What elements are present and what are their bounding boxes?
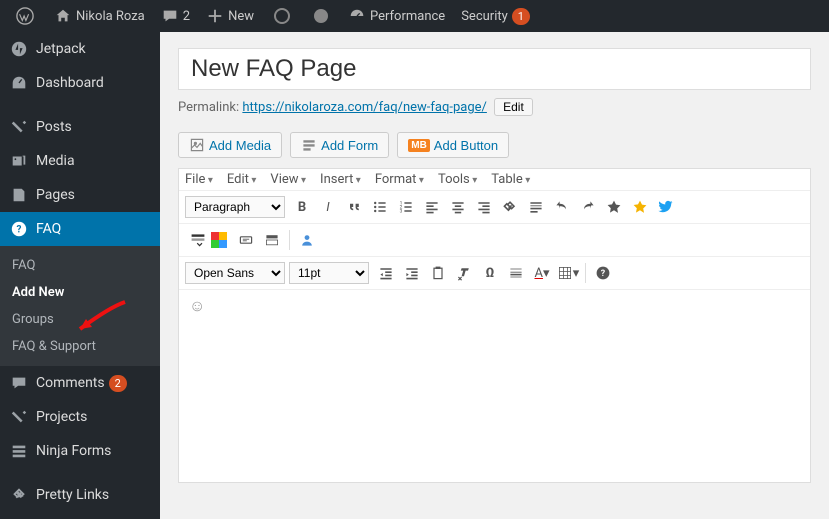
font-family-select[interactable]: Open Sans	[185, 262, 285, 284]
redo-button[interactable]	[575, 194, 601, 220]
sidebar-item-comments[interactable]: Comments2	[0, 366, 160, 400]
bold-button[interactable]: B	[289, 194, 315, 220]
menu-format[interactable]: Format	[375, 172, 424, 187]
sidebar-item-pages[interactable]: Pages	[0, 178, 160, 212]
emoji-button[interactable]: ☺	[189, 296, 205, 315]
security-badge: 1	[512, 8, 530, 25]
topbar-performance[interactable]: Performance	[340, 0, 453, 32]
toggle-toolbar-button[interactable]	[185, 227, 211, 253]
topbar-security[interactable]: Security1	[453, 0, 538, 32]
clear-format-button[interactable]	[451, 260, 477, 286]
color-grid-icon[interactable]	[211, 232, 227, 248]
admin-sidebar: Jetpack Dashboard Posts Media Pages ?FAQ…	[0, 32, 160, 519]
svg-text:3: 3	[400, 209, 403, 215]
toolbar-row-4: ☺	[179, 290, 810, 322]
submenu-faq-add-new[interactable]: Add New	[0, 279, 160, 306]
italic-button[interactable]: I	[315, 194, 341, 220]
svg-text:?: ?	[601, 269, 606, 279]
menu-edit[interactable]: Edit	[227, 172, 257, 187]
toolbar-row-1: Paragraph B I 123	[179, 191, 810, 224]
outdent-button[interactable]	[373, 260, 399, 286]
editor-menubar: File Edit View Insert Format Tools Table	[179, 169, 810, 191]
submenu-faq-support[interactable]: FAQ & Support	[0, 333, 160, 360]
admin-topbar: Nikola Roza 2 New Performance Security1	[0, 0, 829, 32]
svg-text:?: ?	[17, 225, 22, 236]
align-right-button[interactable]	[471, 194, 497, 220]
sidebar-item-pretty-links[interactable]: Pretty Links	[0, 478, 160, 512]
faq-submenu: FAQ Add New Groups FAQ & Support	[0, 246, 160, 366]
sidebar-item-posts[interactable]: Posts	[0, 110, 160, 144]
tinymce-editor: File Edit View Insert Format Tools Table…	[178, 168, 811, 483]
bullet-list-button[interactable]	[367, 194, 393, 220]
sidebar-item-media[interactable]: Media	[0, 144, 160, 178]
menu-tools[interactable]: Tools	[438, 172, 477, 187]
help-button[interactable]: ?	[590, 260, 616, 286]
menu-file[interactable]: File	[185, 172, 213, 187]
permalink-url[interactable]: https://nikolaroza.com/faq/new-faq-page/	[242, 100, 487, 115]
comments-badge: 2	[109, 375, 127, 392]
toolbar-row-2	[179, 224, 810, 257]
toolbar-row-3: Open Sans 11pt Ω A ▾ ▾ ?	[179, 257, 810, 290]
align-center-button[interactable]	[445, 194, 471, 220]
sidebar-item-ninja-forms[interactable]: Ninja Forms	[0, 434, 160, 468]
special-char-button[interactable]: Ω	[477, 260, 503, 286]
sidebar-item-dashboard[interactable]: Dashboard	[0, 66, 160, 100]
submenu-faq-groups[interactable]: Groups	[0, 306, 160, 333]
indent-button[interactable]	[399, 260, 425, 286]
sidebar-item-faq[interactable]: ?FAQ	[0, 212, 160, 246]
template-button[interactable]	[259, 227, 285, 253]
submenu-faq-list[interactable]: FAQ	[0, 252, 160, 279]
topbar-new[interactable]: New	[198, 0, 262, 32]
paste-button[interactable]	[425, 260, 451, 286]
permalink-row: Permalink: https://nikolaroza.com/faq/ne…	[178, 98, 811, 116]
add-form-button[interactable]: Add Form	[290, 132, 389, 158]
add-media-button[interactable]: Add Media	[178, 132, 282, 158]
yoast-icon[interactable]	[262, 0, 302, 32]
twitter-icon[interactable]	[653, 194, 679, 220]
permalink-label: Permalink:	[178, 100, 239, 115]
table-button[interactable]: ▾	[555, 260, 581, 286]
more-button[interactable]	[523, 194, 549, 220]
menu-view[interactable]: View	[270, 172, 306, 187]
site-home[interactable]: Nikola Roza	[46, 0, 153, 32]
link-button[interactable]	[497, 194, 523, 220]
topbar-comments[interactable]: 2	[153, 0, 198, 32]
post-title-input[interactable]	[178, 48, 811, 90]
hr-button[interactable]	[503, 260, 529, 286]
wp-logo[interactable]	[8, 0, 46, 32]
menu-insert[interactable]: Insert	[320, 172, 361, 187]
add-button-button[interactable]: MBAdd Button	[397, 132, 509, 158]
sidebar-item-projects[interactable]: Projects	[0, 400, 160, 434]
star-yellow-icon[interactable]	[627, 194, 653, 220]
numbered-list-button[interactable]: 123	[393, 194, 419, 220]
undo-button[interactable]	[549, 194, 575, 220]
sidebar-item-jetpack[interactable]: Jetpack	[0, 32, 160, 66]
star-grey-icon[interactable]	[601, 194, 627, 220]
editor-content: Permalink: https://nikolaroza.com/faq/ne…	[160, 32, 829, 519]
blockquote-button[interactable]	[341, 194, 367, 220]
status-dot-icon[interactable]	[302, 0, 340, 32]
font-size-select[interactable]: 11pt	[289, 262, 369, 284]
menu-table[interactable]: Table	[491, 172, 530, 187]
user-icon[interactable]	[294, 227, 320, 253]
format-select[interactable]: Paragraph	[185, 196, 285, 218]
align-left-button[interactable]	[419, 194, 445, 220]
permalink-edit-button[interactable]: Edit	[494, 98, 533, 116]
editor-body[interactable]	[179, 322, 810, 482]
shortcode-button[interactable]	[233, 227, 259, 253]
text-color-button[interactable]: A ▾	[529, 260, 555, 286]
